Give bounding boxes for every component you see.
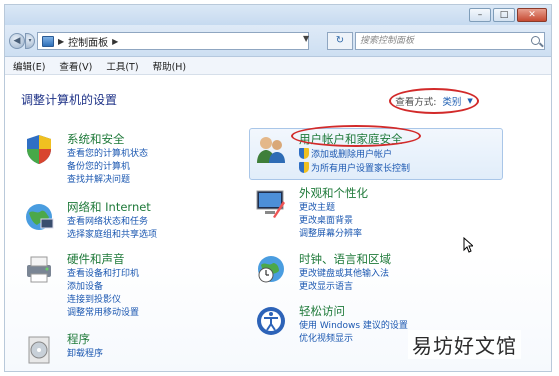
forward-dropdown-icon[interactable]: ▾ [25,33,35,49]
link-troubleshoot[interactable]: 查找并解决问题 [67,174,148,186]
link-optimize-display[interactable]: 优化视频显示 [299,333,408,345]
category-title[interactable]: 外观和个性化 [299,185,368,201]
title-bar: – □ ✕ [5,5,551,25]
refresh-icon: ↻ [335,35,345,46]
address-field[interactable]: ▶ 控制面板 ▶ [37,32,309,50]
link-recommended-settings[interactable]: 使用 Windows 建议的设置 [299,320,408,332]
link-backup[interactable]: 备份您的计算机 [67,161,148,173]
control-panel-window: – □ ✕ ◀ ▾ ▶ 控制面板 ▶ ▼ ↻ 搜索控制面板 编辑(E) 查看(V… [4,4,552,372]
annotation-circle [291,125,421,147]
category-programs: 程序 卸载程序 [23,331,233,364]
menu-help[interactable]: 帮助(H) [153,59,187,73]
users-icon [257,137,285,163]
control-panel-icon [42,35,54,47]
minimize-button[interactable]: – [469,8,491,22]
link-devices-printers[interactable]: 查看设备和打印机 [67,268,139,280]
category-title[interactable]: 轻松访问 [299,303,345,319]
link-projector[interactable]: 连接到投影仪 [67,294,139,306]
link-desktop-background[interactable]: 更改桌面背景 [299,215,362,227]
link-add-device[interactable]: 添加设备 [67,281,139,293]
category-network-internet: 网络和 Internet 查看网络状态和任务 选择家庭组和共享选项 [23,199,233,243]
category-title[interactable]: 系统和安全 [67,131,125,147]
category-title[interactable]: 程序 [67,331,90,347]
chevron-down-icon[interactable]: ▼ [467,97,472,105]
menu-bar: 编辑(E) 查看(V) 工具(T) 帮助(H) [5,57,551,75]
search-input[interactable]: 搜索控制面板 [355,32,545,50]
accessibility-icon [257,307,285,335]
address-dropdown-icon[interactable]: ▼ [303,34,309,43]
printer-icon [27,256,51,283]
link-uninstall[interactable]: 卸载程序 [67,348,103,360]
category-title[interactable]: 时钟、语言和区域 [299,251,391,267]
breadcrumb-chevron-icon[interactable]: ▶ [58,37,64,46]
link-view-status[interactable]: 查看您的计算机状态 [67,148,148,160]
clock-globe-icon [258,256,284,283]
search-icon[interactable] [531,36,540,45]
close-button[interactable]: ✕ [517,8,547,22]
back-icon[interactable]: ◀ [9,33,25,49]
shield-icon [27,135,51,164]
menu-view[interactable]: 查看(V) [59,59,92,73]
link-keyboard-input[interactable]: 更改键盘或其他输入法 [299,268,389,280]
link-parental-controls[interactable]: 为所有用户设置家长控制 [299,162,410,175]
programs-icon [28,336,50,364]
link-add-remove-users[interactable]: 添加或删除用户帐户 [299,148,410,161]
category-system-security: 系统和安全 查看您的计算机状态 备份您的计算机 查找并解决问题 [23,131,233,187]
network-globe-icon [26,204,54,230]
category-clock-language: 时钟、语言和区域 更改键盘或其他输入法 更改显示语言 [255,251,495,295]
category-hardware-sound: 硬件和声音 查看设备和打印机 添加设备 连接到投影仪 调整常用移动设置 [23,251,233,325]
address-bar-area: ◀ ▾ ▶ 控制面板 ▶ ▼ ↻ 搜索控制面板 [5,25,551,57]
search-placeholder: 搜索控制面板 [360,36,415,46]
uac-shield-icon [299,162,309,173]
watermark: 易坊好文馆 [408,330,521,359]
breadcrumb-chevron-icon[interactable]: ▶ [112,37,118,46]
link-change-theme[interactable]: 更改主题 [299,202,362,214]
page-title: 调整计算机的设置 [21,93,118,107]
link-resolution[interactable]: 调整屏幕分辨率 [299,228,362,240]
maximize-button[interactable]: □ [493,8,515,22]
link-display-language[interactable]: 更改显示语言 [299,281,389,293]
menu-edit[interactable]: 编辑(E) [13,59,45,73]
link-mobility[interactable]: 调整常用移动设置 [67,307,139,319]
category-title[interactable]: 硬件和声音 [67,251,125,267]
view-by-control[interactable]: 查看方式: 类别 ▼ [389,88,479,114]
display-icon [256,190,285,218]
link-network-status[interactable]: 查看网络状态和任务 [67,216,157,228]
breadcrumb-control-panel[interactable]: 控制面板 [68,34,108,49]
caption-buttons: – □ ✕ [469,8,547,22]
mouse-cursor-icon [463,237,473,253]
view-by-label: 查看方式: [395,97,437,108]
category-title[interactable]: 网络和 Internet [67,199,151,215]
main-content: 调整计算机的设置 查看方式: 类别 ▼ 系统和安全 查看您的计算机状态 备份您的… [5,75,551,371]
menu-tools[interactable]: 工具(T) [106,59,138,73]
view-by-value[interactable]: 类别 [442,94,461,108]
refresh-button[interactable]: ↻ [327,32,353,50]
uac-shield-icon [299,148,309,159]
link-homegroup[interactable]: 选择家庭组和共享选项 [67,229,157,241]
category-appearance: 外观和个性化 更改主题 更改桌面背景 调整屏幕分辨率 [255,185,495,241]
